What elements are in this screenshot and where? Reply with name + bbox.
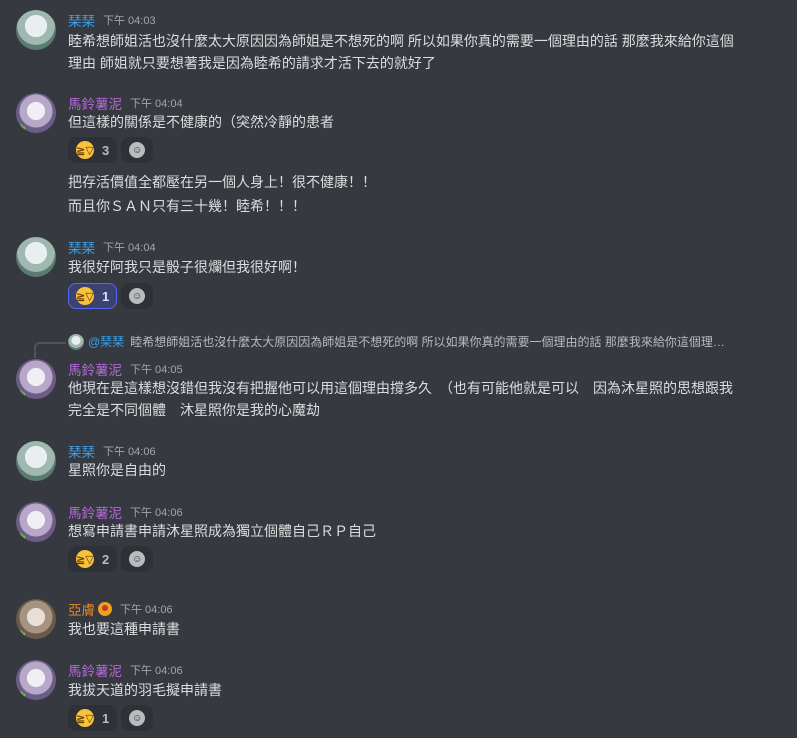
author-name[interactable]: 馬鈴薯泥 bbox=[68, 93, 122, 113]
avatar[interactable] bbox=[16, 237, 56, 277]
leaf-icon: ✿ bbox=[16, 122, 27, 133]
author-name[interactable]: 琹琹 bbox=[68, 441, 95, 461]
reaction-button[interactable]: ≧▽ 3 bbox=[68, 137, 118, 163]
reply-text[interactable]: 睦希想師姐活也沒什麼太大原因因為師姐是不想死的啊 所以如果你真的需要一個理由的話… bbox=[130, 333, 725, 350]
message-text: 我很好阿我只是骰子很爛但我很好啊！ bbox=[68, 259, 306, 275]
leaf-icon: ✿ bbox=[16, 628, 27, 639]
reaction-count: 1 bbox=[102, 288, 110, 304]
add-reaction-icon: ☺ bbox=[129, 142, 146, 158]
timestamp: 下午 04:06 bbox=[103, 446, 156, 458]
avatar[interactable]: ✿ bbox=[16, 93, 56, 133]
timestamp: 下午 04:06 bbox=[130, 665, 183, 677]
author-name[interactable]: 琹琹 bbox=[68, 10, 95, 30]
add-reaction-icon: ☺ bbox=[129, 551, 146, 567]
leaf-icon: ✿ bbox=[16, 689, 27, 700]
message-text: 而且你ＳＡＮ只有三十幾！睦希！！！ bbox=[68, 198, 306, 214]
reaction-count: 1 bbox=[102, 710, 110, 726]
grinning-squinting-face-icon: ≧▽ bbox=[76, 550, 94, 568]
message-text: 我也要這種申請書 bbox=[68, 621, 180, 637]
timestamp: 下午 04:03 bbox=[103, 15, 156, 27]
avatar[interactable]: ✿ bbox=[16, 502, 56, 542]
author-name[interactable]: 馬鈴薯泥 bbox=[68, 502, 122, 522]
message-text: 完全是不同個體 沐星照你是我的心魔劫 bbox=[68, 402, 320, 418]
role-badge-icon bbox=[98, 602, 112, 616]
reply-avatar bbox=[68, 333, 84, 350]
grinning-squinting-face-icon: ≧▽ bbox=[76, 141, 94, 159]
timestamp: 下午 04:05 bbox=[130, 364, 183, 376]
grinning-squinting-face-icon: ≧▽ bbox=[76, 709, 94, 727]
author-name[interactable]: 馬鈴薯泥 bbox=[68, 359, 122, 379]
avatar[interactable] bbox=[16, 10, 56, 50]
add-reaction-icon: ☺ bbox=[129, 288, 146, 304]
add-reaction-button[interactable]: ☺ bbox=[121, 705, 154, 731]
avatar[interactable]: ✿ bbox=[16, 660, 56, 700]
message-text: 睦希想師姐活也沒什麼太大原因因為師姐是不想死的啊 所以如果你真的需要一個理由的話… bbox=[68, 33, 734, 49]
message-text: 他現在是這樣想沒錯但我沒有把握他可以用這個理由撐多久 （也有可能他就是可以 因為… bbox=[68, 380, 733, 396]
reaction-count: 3 bbox=[102, 142, 110, 158]
reply-author[interactable]: @琹琹 bbox=[88, 333, 124, 350]
leaf-icon: ✿ bbox=[16, 388, 27, 399]
message-text: 我拔天道的羽毛擬申請書 bbox=[68, 682, 222, 698]
reply-preview[interactable]: @琹琹 睦希想師姐活也沒什麼太大原因因為師姐是不想死的啊 所以如果你真的需要一個… bbox=[68, 333, 788, 350]
add-reaction-button[interactable]: ☺ bbox=[121, 137, 154, 163]
message-text: 理由 師姐就只要想著我是因為睦希的請求才活下去的就好了 bbox=[68, 55, 436, 71]
reaction-button[interactable]: ≧▽ 2 bbox=[68, 546, 118, 572]
avatar[interactable]: ✿ bbox=[16, 599, 56, 639]
timestamp: 下午 04:04 bbox=[103, 242, 156, 254]
author-name[interactable]: 馬鈴薯泥 bbox=[68, 660, 122, 680]
author-name[interactable]: 琹琹 bbox=[68, 237, 95, 257]
avatar[interactable]: ✿ bbox=[16, 359, 56, 399]
timestamp: 下午 04:04 bbox=[130, 98, 183, 110]
message-text: 星照你是自由的 bbox=[68, 462, 166, 478]
message-text: 想寫申請書申請沐星照成為獨立個體自己ＲＰ自己 bbox=[68, 523, 376, 539]
add-reaction-icon: ☺ bbox=[129, 710, 146, 726]
grinning-squinting-face-icon: ≧▽ bbox=[76, 287, 94, 305]
timestamp: 下午 04:06 bbox=[130, 507, 183, 519]
reply-connector bbox=[34, 342, 66, 358]
message-text: 把存活價值全都壓在另一個人身上！很不健康！！ bbox=[68, 174, 376, 190]
message-text: 但這樣的關係是不健康的（突然冷靜的患者 bbox=[68, 114, 334, 130]
reaction-count: 2 bbox=[102, 551, 110, 567]
avatar[interactable] bbox=[16, 441, 56, 481]
reaction-button[interactable]: ≧▽ 1 bbox=[68, 705, 118, 731]
leaf-icon: ✿ bbox=[16, 531, 27, 542]
add-reaction-button[interactable]: ☺ bbox=[121, 546, 154, 572]
author-name[interactable]: 亞膚 bbox=[68, 599, 95, 619]
reaction-button[interactable]: ≧▽ 1 bbox=[68, 283, 118, 309]
timestamp: 下午 04:06 bbox=[120, 604, 173, 616]
add-reaction-button[interactable]: ☺ bbox=[121, 283, 154, 309]
